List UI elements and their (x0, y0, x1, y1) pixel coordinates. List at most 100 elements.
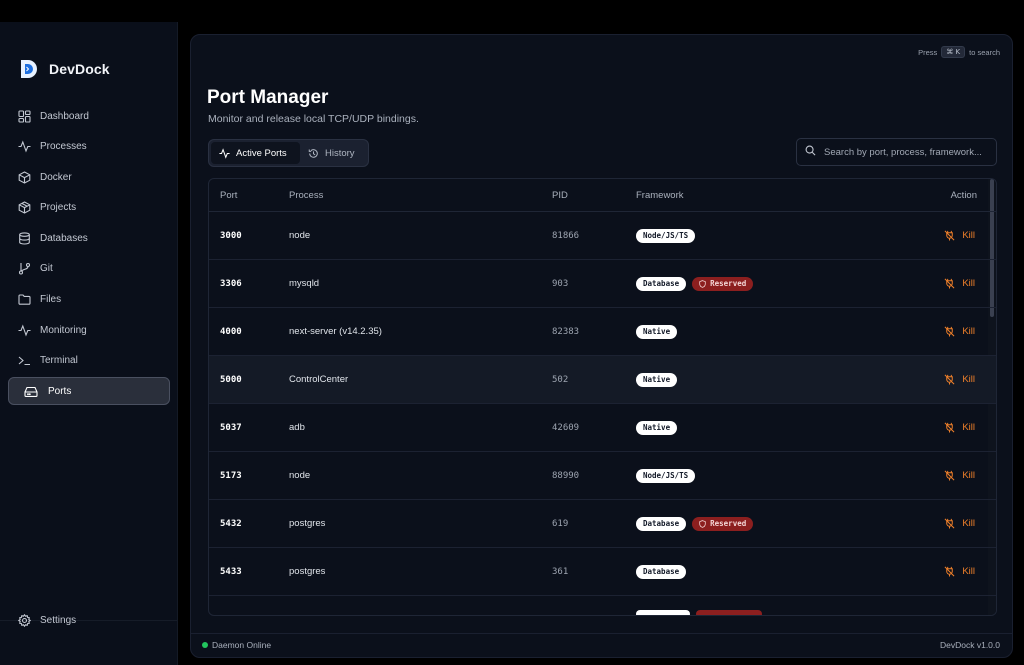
process-cell: postgres (289, 566, 326, 577)
framework-badge-partial (636, 610, 690, 615)
column-header-port[interactable]: Port (220, 179, 237, 211)
plug-off-icon (944, 470, 955, 481)
table-row[interactable]: 5000 ControlCenter 502 Native Kill (209, 356, 996, 404)
kill-button[interactable]: Kill (944, 212, 975, 259)
column-header-process[interactable]: Process (289, 179, 323, 211)
process-cell: mysqld (289, 278, 320, 289)
sidebar-item-docker[interactable]: Docker (8, 163, 170, 191)
sidebar-item-ports[interactable]: Ports (8, 377, 170, 406)
column-header-framework[interactable]: Framework (636, 179, 684, 211)
box-icon (17, 170, 31, 184)
pid-cell: 82383 (552, 326, 580, 337)
reserved-label: Reserved (710, 519, 747, 528)
app-name: DevDock (49, 61, 110, 77)
framework-cell: Database (636, 548, 687, 595)
main-panel: Press ⌘ K to search Port Manager Monitor… (190, 34, 1013, 658)
package-icon (17, 201, 31, 215)
activity-icon (17, 323, 31, 337)
kill-button[interactable]: Kill (944, 452, 975, 499)
framework-cell: Database Reserved (636, 260, 754, 307)
table-body: 3000 node 81866 Node/JS/TS Kill 3306 mys… (209, 212, 996, 615)
daemon-status-label: Daemon Online (212, 640, 272, 650)
tab-history[interactable]: History (300, 142, 363, 164)
window-top-bar (0, 0, 1024, 22)
port-cell: 5000 (220, 374, 242, 385)
process-cell: node (289, 230, 311, 241)
sidebar-item-projects[interactable]: Projects (8, 194, 170, 222)
plug-off-icon (944, 326, 955, 337)
sidebar-item-processes[interactable]: Processes (8, 133, 170, 161)
sidebar-item-monitoring[interactable]: Monitoring (8, 316, 170, 344)
table-row[interactable]: 5173 node 88990 Node/JS/TS Kill (209, 452, 996, 500)
kill-label: Kill (962, 422, 975, 433)
column-header-action: Action (950, 189, 977, 201)
port-cell: 3000 (220, 230, 242, 241)
kill-button[interactable]: Kill (944, 308, 975, 355)
pid-cell: 361 (552, 566, 569, 577)
table-row[interactable]: 5037 adb 42609 Native Kill (209, 404, 996, 452)
search-shortcut-hint: Press ⌘ K to search (918, 46, 1000, 58)
kill-button[interactable]: Kill (944, 500, 975, 547)
port-cell: 5173 (220, 470, 242, 481)
settings-label: Settings (40, 614, 77, 626)
history-icon (308, 148, 319, 159)
search-box[interactable] (796, 138, 997, 166)
kill-button[interactable]: Kill (944, 404, 975, 451)
framework-badge: Native (636, 324, 678, 339)
sidebar-item-dashboard[interactable]: Dashboard (8, 102, 170, 130)
framework-cell: Native (636, 404, 678, 451)
search-icon (805, 143, 816, 161)
page-title: Port Manager (207, 87, 329, 108)
reserved-badge: Reserved (692, 276, 754, 291)
activity-icon (219, 147, 230, 159)
shield-icon (699, 519, 706, 528)
ports-table: Port Process PID Framework Action 3000 n… (208, 178, 997, 616)
hint-prefix: Press (918, 47, 938, 57)
status-bar: Daemon Online DevDock v1.0.0 (191, 633, 1012, 658)
reserved-label: Reserved (710, 279, 747, 288)
table-row[interactable]: 3306 mysqld 903 Database Reserved Kill (209, 260, 996, 308)
search-input[interactable] (824, 146, 996, 158)
sidebar-item-git[interactable]: Git (8, 255, 170, 283)
sidebar-item-files[interactable]: Files (8, 286, 170, 314)
table-row[interactable]: 4000 next-server (v14.2.35) 82383 Native… (209, 308, 996, 356)
table-row[interactable]: 5432 postgres 619 Database Reserved Kill (209, 500, 996, 548)
framework-badge: Database (636, 276, 687, 291)
kill-button[interactable]: Kill (944, 356, 975, 403)
plug-off-icon (944, 422, 955, 433)
framework-badge: Node/JS/TS (636, 228, 696, 243)
table-row[interactable]: 5433 postgres 361 Database Kill (209, 548, 996, 596)
port-cell: 5037 (220, 422, 242, 433)
framework-badge: Node/JS/TS (636, 468, 696, 483)
kill-label: Kill (962, 470, 975, 481)
sidebar-item-label: Databases (40, 232, 88, 244)
sidebar-item-label: Terminal (40, 355, 78, 367)
kill-button[interactable]: Kill (944, 260, 975, 307)
sidebar-nav: Dashboard Processes Docker Projects Data… (8, 102, 170, 408)
sidebar: DevDock Dashboard Processes Docker Proje… (0, 22, 178, 665)
shield-icon (699, 279, 706, 288)
table-row[interactable]: 3000 node 81866 Node/JS/TS Kill (209, 212, 996, 260)
table-row-partial[interactable] (209, 596, 996, 615)
sidebar-item-terminal[interactable]: Terminal (8, 347, 170, 375)
view-tabs: Active Ports History (208, 139, 369, 167)
sidebar-item-label: Ports (48, 385, 72, 397)
sidebar-item-label: Git (40, 263, 53, 275)
process-cell: adb (289, 422, 305, 433)
gear-icon (17, 613, 31, 627)
pid-cell: 502 (552, 374, 569, 385)
reserved-badge: Reserved (692, 516, 754, 531)
kill-label: Kill (962, 230, 975, 241)
framework-badge: Native (636, 420, 678, 435)
pid-cell: 88990 (552, 470, 580, 481)
folder-icon (17, 293, 31, 307)
sidebar-item-databases[interactable]: Databases (8, 224, 170, 252)
plug-off-icon (944, 374, 955, 385)
sidebar-item-settings[interactable]: Settings (17, 613, 76, 627)
hint-suffix: to search (969, 47, 1000, 57)
kill-button[interactable]: Kill (944, 548, 975, 595)
tab-active-ports[interactable]: Active Ports (211, 142, 300, 164)
git-branch-icon (17, 262, 31, 276)
app-logo[interactable]: DevDock (18, 58, 110, 80)
column-header-pid[interactable]: PID (552, 179, 568, 211)
